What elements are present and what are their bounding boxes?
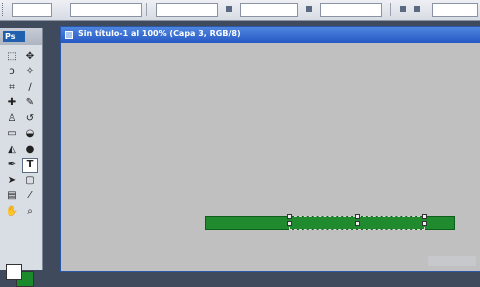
magic-wand-tool-icon[interactable]: ✧: [22, 65, 38, 80]
history-brush-tool-icon[interactable]: ↺: [22, 111, 38, 126]
paint-bucket-tool-icon[interactable]: ◒: [22, 127, 38, 142]
marquee-tool-icon[interactable]: ⬚: [4, 49, 20, 64]
transform-handle[interactable]: [355, 214, 360, 219]
photoshop-logo[interactable]: Ps: [3, 31, 25, 42]
slice-tool-icon[interactable]: ∕: [22, 80, 38, 95]
eraser-tool-icon[interactable]: ▭: [4, 127, 20, 142]
transform-bounding-box[interactable]: [287, 214, 427, 230]
options-toggle-1[interactable]: [226, 6, 232, 12]
options-separator: [390, 3, 391, 16]
options-field-2[interactable]: [70, 3, 142, 17]
notes-tool-icon[interactable]: ▤: [4, 189, 20, 204]
document-title: Sin título-1 al 100% (Capa 3, RGB/8): [78, 29, 241, 38]
clone-stamp-tool-icon[interactable]: ♙: [4, 111, 20, 126]
dodge-tool-icon[interactable]: ●: [22, 142, 38, 157]
crop-tool-icon[interactable]: ⌗: [4, 80, 20, 95]
zoom-tool-icon[interactable]: ⌕: [22, 204, 38, 219]
options-field-1[interactable]: [12, 3, 52, 17]
options-separator: [146, 3, 147, 16]
path-selection-tool-icon[interactable]: ➤: [4, 173, 20, 188]
shape-tool-icon[interactable]: ▢: [22, 173, 38, 188]
healing-brush-tool-icon[interactable]: ✚: [4, 96, 20, 111]
lasso-tool-icon[interactable]: ↄ: [4, 65, 20, 80]
type-tool-icon[interactable]: T: [22, 157, 38, 173]
pen-tool-icon[interactable]: ✒: [4, 158, 20, 173]
foreground-color-swatch[interactable]: [6, 264, 22, 280]
transform-handle[interactable]: [287, 214, 292, 219]
hand-tool-icon[interactable]: ✋: [4, 204, 20, 219]
options-field-6[interactable]: [432, 3, 478, 17]
transform-handle[interactable]: [422, 221, 427, 226]
document-canvas[interactable]: [61, 43, 480, 271]
options-bar-grip[interactable]: [2, 3, 6, 16]
document-window: Sin título-1 al 100% (Capa 3, RGB/8): [60, 26, 480, 272]
options-toggle-4[interactable]: [414, 6, 420, 12]
transform-handle[interactable]: [287, 221, 292, 226]
options-field-4[interactable]: [240, 3, 298, 17]
brush-tool-icon[interactable]: ✎: [22, 96, 38, 111]
document-titlebar[interactable]: Sin título-1 al 100% (Capa 3, RGB/8): [61, 27, 480, 43]
options-field-3[interactable]: [156, 3, 218, 17]
move-tool-icon[interactable]: ✥: [22, 49, 38, 64]
options-bar: [0, 0, 480, 21]
eyedropper-tool-icon[interactable]: ⁄: [22, 189, 38, 204]
transform-handle[interactable]: [355, 221, 360, 226]
options-field-5[interactable]: [320, 3, 382, 17]
options-toggle-2[interactable]: [306, 6, 312, 12]
document-icon: [65, 31, 73, 39]
transform-handle[interactable]: [422, 214, 427, 219]
blur-tool-icon[interactable]: ◭: [4, 142, 20, 157]
tools-panel: Ps ⬚ ✥ ↄ ✧ ⌗ ∕ ✚ ✎ ♙ ↺ ▭ ◒ ◭ ● ✒ T ➤ ▢ ▤ ⁄ ✋ ⌕: [0, 28, 43, 287]
options-toggle-3[interactable]: [400, 6, 406, 12]
watermark: [428, 256, 476, 266]
